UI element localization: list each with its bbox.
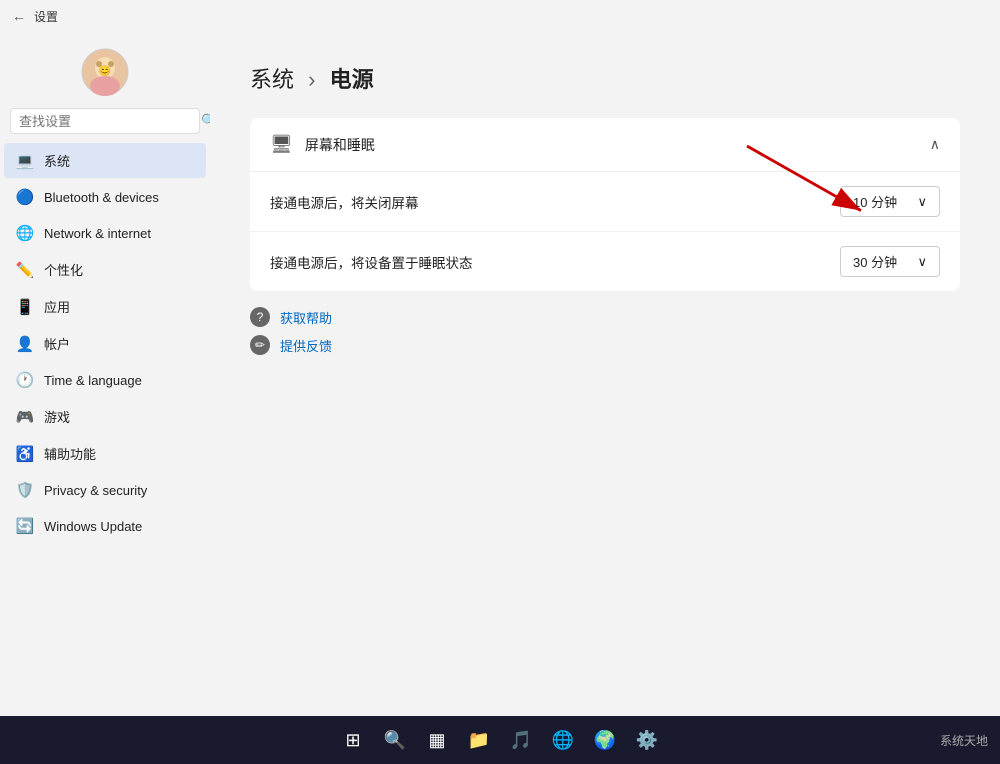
privacy-icon: 🛡️ bbox=[16, 481, 34, 499]
card-header-left: 🖥 屏幕和睡眠 bbox=[270, 134, 375, 155]
card-header-label: 屏幕和睡眠 bbox=[305, 135, 375, 155]
windows-update-icon: 🔄 bbox=[16, 517, 34, 535]
sidebar-item-system[interactable]: 💻 系统 bbox=[4, 143, 206, 178]
search-input[interactable] bbox=[19, 114, 195, 129]
taskbar-time: 系统天地 bbox=[940, 732, 988, 749]
screen-sleep-card: 🖥 屏幕和睡眠 ∧ 接通电源后，将关闭屏幕 10 分钟 ∨ bbox=[250, 118, 960, 291]
sleep-dropdown[interactable]: 30 分钟 ∨ bbox=[840, 246, 940, 277]
time-icon: 🕐 bbox=[16, 371, 34, 389]
feedback-link[interactable]: ✏ 提供反馈 bbox=[250, 335, 960, 355]
back-button[interactable]: ← bbox=[12, 8, 26, 24]
file-explorer-button[interactable]: 📁 bbox=[461, 722, 497, 758]
personalization-icon: ✏️ bbox=[16, 261, 34, 279]
get-help-label: 获取帮助 bbox=[280, 308, 332, 327]
sleep-label: 接通电源后，将设备置于睡眠状态 bbox=[270, 252, 473, 272]
settings-taskbar-button[interactable]: ⚙️ bbox=[629, 722, 665, 758]
sidebar-item-privacy[interactable]: 🛡️ Privacy & security bbox=[4, 473, 206, 507]
browser2-button[interactable]: 🌍 bbox=[587, 722, 623, 758]
bluetooth-icon: 🔵 bbox=[16, 188, 34, 206]
avatar: 😊 bbox=[81, 48, 129, 96]
sidebar-item-label: Time & language bbox=[44, 373, 142, 388]
sidebar-item-gaming[interactable]: 🎮 游戏 bbox=[4, 399, 206, 434]
system-icon: 💻 bbox=[16, 152, 34, 170]
chevron-up-icon: ∧ bbox=[930, 136, 940, 153]
sidebar-item-label: 帐户 bbox=[44, 334, 70, 353]
screen-off-value-text: 10 分钟 bbox=[853, 192, 897, 211]
sidebar-item-windows-update[interactable]: 🔄 Windows Update bbox=[4, 509, 206, 543]
breadcrumb-parent: 系统 bbox=[250, 67, 294, 92]
sidebar-item-label: Windows Update bbox=[44, 519, 142, 534]
sleep-value: 30 分钟 ∨ bbox=[840, 246, 940, 277]
screen-off-label: 接通电源后，将关闭屏幕 bbox=[270, 192, 419, 212]
titlebar-title: 设置 bbox=[34, 8, 58, 25]
sidebar-item-network[interactable]: 🌐 Network & internet bbox=[4, 216, 206, 250]
task-view-button[interactable]: ▦ bbox=[419, 722, 455, 758]
breadcrumb-separator: › bbox=[308, 67, 315, 92]
media-button[interactable]: 🎵 bbox=[503, 722, 539, 758]
svg-text:😊: 😊 bbox=[99, 65, 111, 77]
sidebar-item-label: Bluetooth & devices bbox=[44, 190, 159, 205]
card-header-screen-sleep[interactable]: 🖥 屏幕和睡眠 ∧ bbox=[250, 118, 960, 172]
feedback-icon: ✏ bbox=[250, 335, 270, 355]
get-help-link[interactable]: ? 获取帮助 bbox=[250, 307, 960, 327]
taskbar: ⊞ 🔍 ▦ 📁 🎵 🌐 🌍 ⚙️ 系统天地 bbox=[0, 716, 1000, 764]
sidebar-item-label: 应用 bbox=[44, 297, 70, 316]
sidebar-item-label: 系统 bbox=[44, 151, 70, 170]
screen-off-row: 接通电源后，将关闭屏幕 10 分钟 ∨ bbox=[250, 172, 960, 232]
main-content: 系统 › 电源 🖥 屏幕和睡眠 ∧ 接通电源后，将关闭屏幕 bbox=[210, 32, 1000, 716]
search-taskbar-button[interactable]: 🔍 bbox=[377, 722, 413, 758]
breadcrumb-current: 电源 bbox=[330, 67, 374, 92]
sidebar-item-time[interactable]: 🕐 Time & language bbox=[4, 363, 206, 397]
taskbar-right: 系统天地 bbox=[940, 732, 988, 749]
sleep-row: 接通电源后，将设备置于睡眠状态 30 分钟 ∨ bbox=[250, 232, 960, 291]
sidebar-item-apps[interactable]: 📱 应用 bbox=[4, 289, 206, 324]
sidebar: 😊 🔍 💻 系统 🔵 Bluetooth & devices 🌐 Network… bbox=[0, 32, 210, 716]
sleep-value-text: 30 分钟 bbox=[853, 252, 897, 271]
screen-icon: 🖥 bbox=[270, 134, 293, 155]
screen-off-value: 10 分钟 ∨ bbox=[840, 186, 940, 217]
titlebar: ← 设置 bbox=[0, 0, 1000, 32]
sidebar-item-label: 辅助功能 bbox=[44, 444, 96, 463]
apps-icon: 📱 bbox=[16, 298, 34, 316]
sidebar-item-accounts[interactable]: 👤 帐户 bbox=[4, 326, 206, 361]
sidebar-item-accessibility[interactable]: ♿ 辅助功能 bbox=[4, 436, 206, 471]
sidebar-item-label: 个性化 bbox=[44, 260, 83, 279]
search-box[interactable]: 🔍 bbox=[10, 108, 200, 134]
accessibility-icon: ♿ bbox=[16, 445, 34, 463]
screen-off-dropdown[interactable]: 10 分钟 ∨ bbox=[840, 186, 940, 217]
sidebar-item-label: Network & internet bbox=[44, 226, 151, 241]
browser1-button[interactable]: 🌐 bbox=[545, 722, 581, 758]
sidebar-item-label: Privacy & security bbox=[44, 483, 147, 498]
chevron-down-icon: ∨ bbox=[917, 254, 927, 270]
sidebar-item-bluetooth[interactable]: 🔵 Bluetooth & devices bbox=[4, 180, 206, 214]
network-icon: 🌐 bbox=[16, 224, 34, 242]
accounts-icon: 👤 bbox=[16, 335, 34, 353]
breadcrumb: 系统 › 电源 bbox=[250, 62, 960, 94]
chevron-down-icon: ∨ bbox=[917, 194, 927, 210]
help-section: ? 获取帮助 ✏ 提供反馈 bbox=[250, 307, 960, 355]
sidebar-item-personalization[interactable]: ✏️ 个性化 bbox=[4, 252, 206, 287]
sidebar-item-label: 游戏 bbox=[44, 407, 70, 426]
start-button[interactable]: ⊞ bbox=[335, 722, 371, 758]
feedback-label: 提供反馈 bbox=[280, 336, 332, 355]
gaming-icon: 🎮 bbox=[16, 408, 34, 426]
get-help-icon: ? bbox=[250, 307, 270, 327]
